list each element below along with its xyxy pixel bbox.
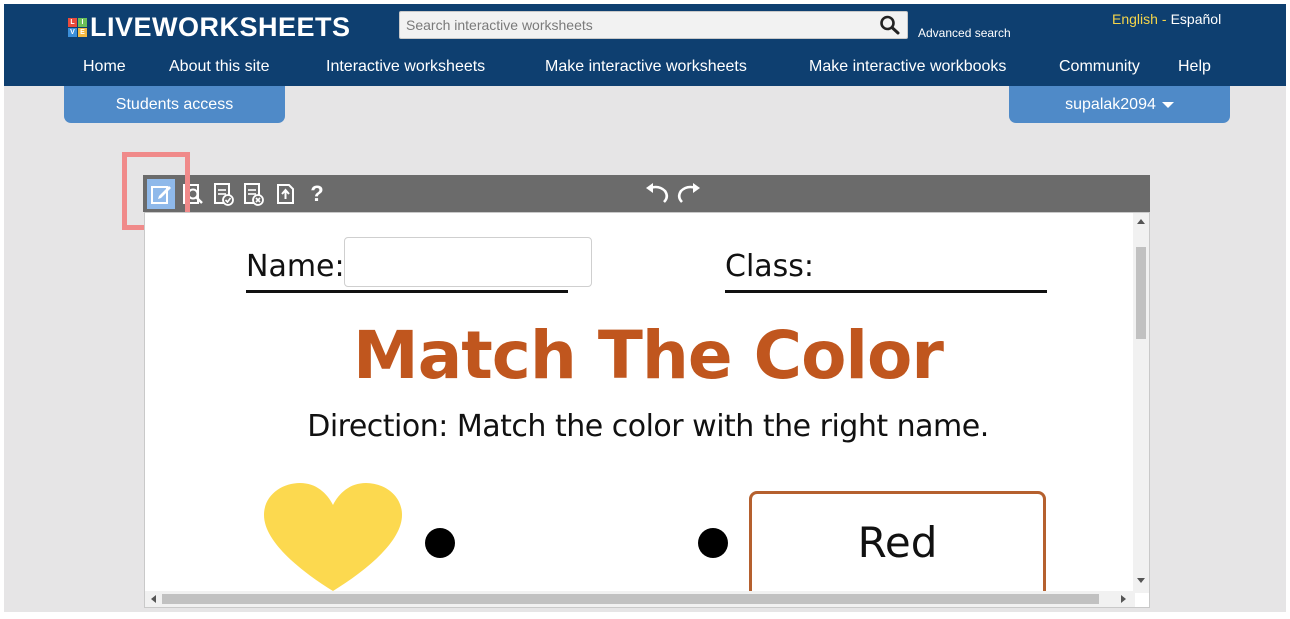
name-label: Name: xyxy=(246,249,345,284)
lang-english-link[interactable]: English xyxy=(1112,11,1158,27)
clear-icon[interactable] xyxy=(239,179,267,209)
nav-home[interactable]: Home xyxy=(83,58,126,76)
scroll-left-icon[interactable] xyxy=(151,595,156,603)
top-navigation-bar: L I V E LIVEWORKSHEETS Advanced search E… xyxy=(4,4,1286,86)
lang-separator: - xyxy=(1161,11,1167,27)
logo-letter: V xyxy=(68,28,77,37)
logo-mark: L I V E xyxy=(68,18,87,37)
nav-about[interactable]: About this site xyxy=(169,58,270,76)
search-box xyxy=(399,11,908,39)
search-icon[interactable] xyxy=(879,15,901,35)
export-icon[interactable] xyxy=(271,179,299,209)
page: L I V E LIVEWORKSHEETS Advanced search E… xyxy=(4,4,1286,616)
class-underline xyxy=(725,290,1047,293)
logo-letter: E xyxy=(78,28,87,37)
worksheet-direction: Direction: Match the color with the righ… xyxy=(307,409,989,444)
scroll-right-icon[interactable] xyxy=(1121,595,1126,603)
match-dot-left[interactable] xyxy=(425,528,455,558)
nav-make-workbooks[interactable]: Make interactive workbooks xyxy=(809,58,1006,76)
search-input[interactable] xyxy=(400,12,870,38)
scroll-up-icon[interactable] xyxy=(1137,219,1145,224)
nav-community[interactable]: Community xyxy=(1059,58,1140,76)
students-access-button[interactable]: Students access xyxy=(64,86,285,123)
name-underline xyxy=(246,290,568,293)
user-menu-button[interactable]: supalak2094 xyxy=(1009,86,1230,123)
help-icon[interactable]: ? xyxy=(303,179,331,209)
worksheet-title: Match The Color xyxy=(353,317,944,394)
scroll-down-icon[interactable] xyxy=(1137,578,1145,583)
nav-interactive-worksheets[interactable]: Interactive worksheets xyxy=(326,58,485,76)
logo-letter: I xyxy=(78,18,87,27)
class-label: Class: xyxy=(725,249,815,284)
caret-down-icon xyxy=(1161,101,1174,108)
horizontal-scrollbar[interactable] xyxy=(145,591,1135,607)
language-switcher: English - Español xyxy=(1112,11,1221,27)
advanced-search-link[interactable]: Advanced search xyxy=(918,26,1011,40)
match-dot-right[interactable] xyxy=(698,528,728,558)
worksheet-frame: Name: Class: Match The Color Direction: … xyxy=(144,212,1150,608)
yellow-heart-image xyxy=(264,483,402,591)
students-access-label: Students access xyxy=(115,96,234,113)
color-name-label: Red xyxy=(857,518,938,567)
username-label: supalak2094 xyxy=(1065,96,1156,113)
worksheet-toolbar: ? xyxy=(143,175,1150,212)
logo-text: LIVEWORKSHEETS xyxy=(90,12,351,42)
nav-help[interactable]: Help xyxy=(1178,58,1211,76)
lang-spanish-link[interactable]: Español xyxy=(1171,11,1222,27)
logo-letter: L xyxy=(68,18,77,27)
site-logo[interactable]: L I V E LIVEWORKSHEETS xyxy=(68,12,351,43)
vertical-scrollbar[interactable] xyxy=(1133,213,1149,593)
main-nav: Home About this site Interactive workshe… xyxy=(4,58,1286,80)
horizontal-scroll-thumb[interactable] xyxy=(162,594,1099,604)
color-name-box: Red xyxy=(749,491,1046,601)
page-bottom-edge xyxy=(0,612,1290,619)
check-icon[interactable] xyxy=(209,179,237,209)
undo-icon[interactable] xyxy=(643,179,671,209)
vertical-scroll-thumb[interactable] xyxy=(1136,247,1146,339)
redo-icon[interactable] xyxy=(675,179,703,209)
name-field[interactable] xyxy=(344,237,592,287)
nav-make-worksheets[interactable]: Make interactive worksheets xyxy=(545,58,747,76)
